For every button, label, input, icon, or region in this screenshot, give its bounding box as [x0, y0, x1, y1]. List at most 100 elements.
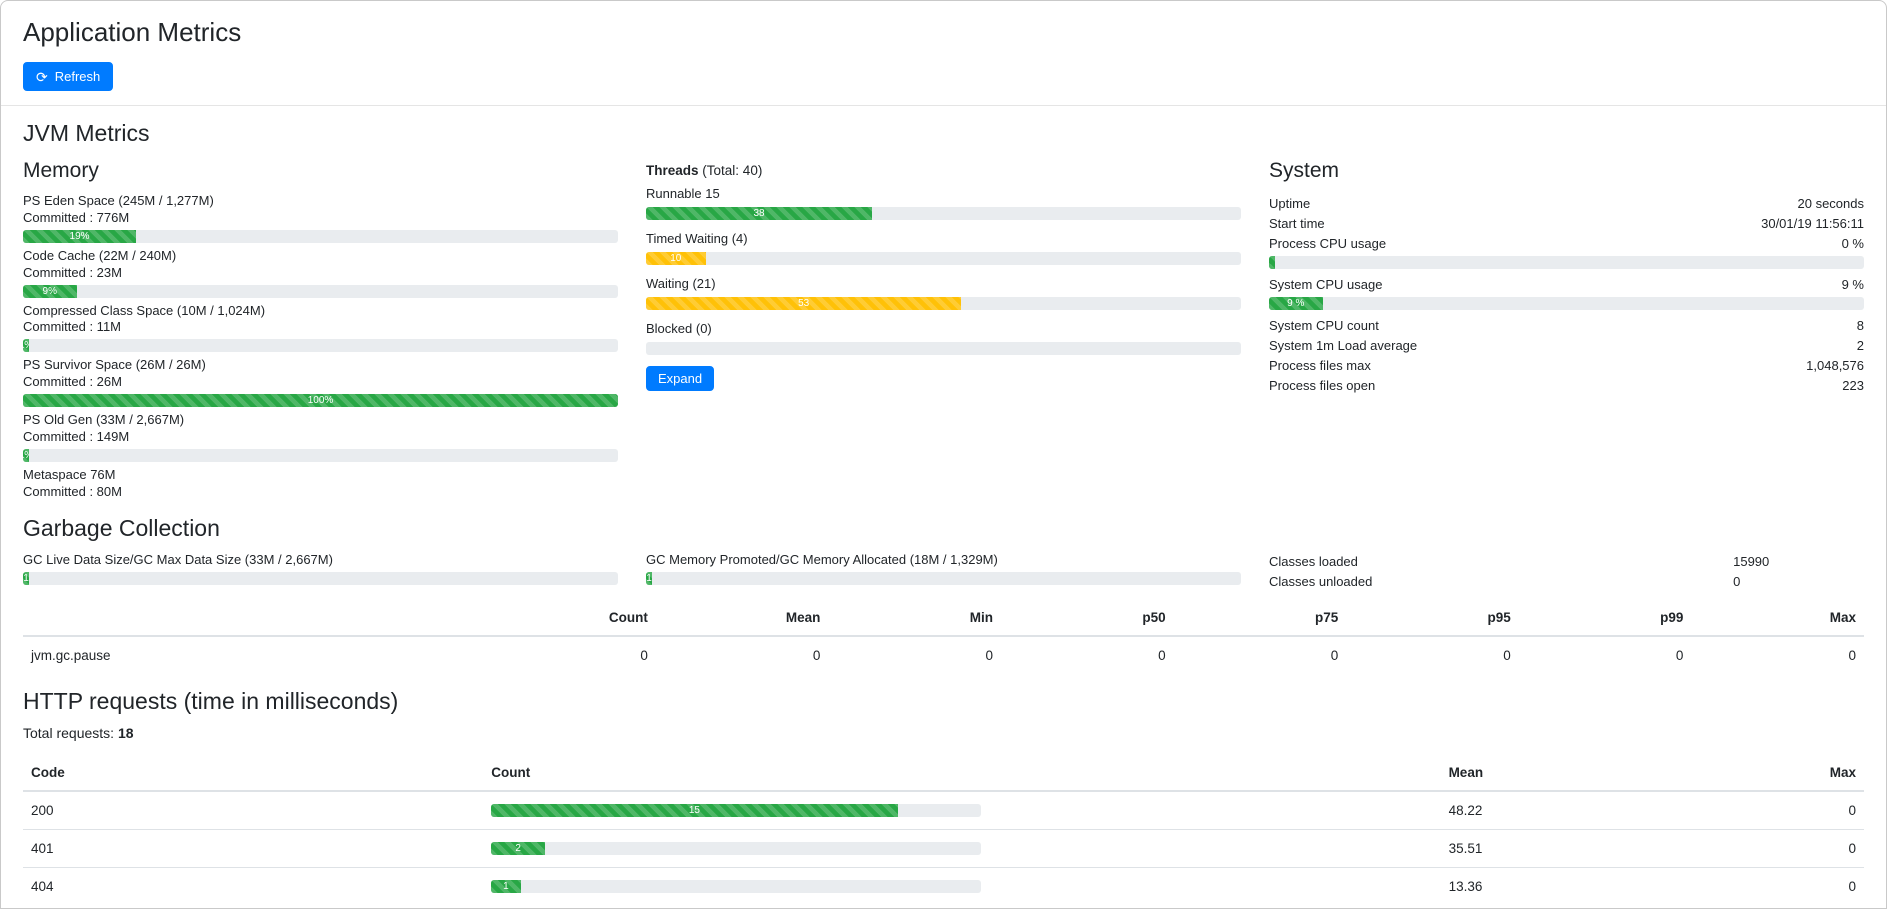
memory-item-survivor: PS Survivor Space (26M / 26M) Committed …	[23, 357, 618, 407]
system-row-process-cpu: Process CPU usage 0 %	[1269, 233, 1864, 253]
system-row-label: Start time	[1269, 216, 1325, 231]
thread-item-label: Blocked (0)	[646, 321, 1241, 338]
classes-unloaded-row: Classes unloaded 0	[1269, 572, 1864, 592]
system-row-start-time: Start time 30/01/19 11:56:11	[1269, 213, 1864, 233]
memory-progress-track: 19%	[23, 230, 618, 243]
application-metrics-page: Application Metrics ⟳ Refresh JVM Metric…	[0, 0, 1887, 909]
memory-item-compressed-class: Compressed Class Space (10M / 1,024M) Co…	[23, 303, 618, 353]
total-requests-value: 18	[118, 725, 134, 741]
http-max: 0	[1680, 829, 1864, 867]
thread-progress-value: 53	[798, 298, 809, 309]
system-row-value: 8	[1857, 318, 1864, 333]
threads-title: Threads (Total: 40)	[646, 163, 1241, 178]
system-row-files-open: Process files open 223	[1269, 375, 1864, 395]
memory-item-label: PS Survivor Space (26M / 26M)	[23, 357, 618, 374]
gc-col-count: Count	[483, 600, 656, 636]
memory-item-label: Compressed Class Space (10M / 1,024M)	[23, 303, 618, 320]
memory-progress-bar: 1%	[23, 339, 29, 352]
system-row-value: 2	[1857, 338, 1864, 353]
http-requests-heading: HTTP requests (time in milliseconds)	[23, 688, 1864, 715]
http-row-401: 401 2 35.51 0	[23, 829, 1864, 867]
gc-table-header-row: Count Mean Min p50 p75 p95 p99 Max	[23, 600, 1864, 636]
http-code: 200	[23, 791, 483, 830]
gc-pause-p75: 0	[1174, 636, 1347, 674]
refresh-icon: ⟳	[36, 70, 48, 84]
thread-progress-track: 10	[646, 252, 1241, 265]
system-row-label: Uptime	[1269, 196, 1310, 211]
system-row-label: Process files open	[1269, 378, 1375, 393]
gc-pause-table: Count Mean Min p50 p75 p95 p99 Max jvm.g…	[23, 600, 1864, 674]
http-row-404: 404 1 13.36 0	[23, 867, 1864, 905]
thread-progress-track: 38	[646, 207, 1241, 220]
gc-col-p50: p50	[1001, 600, 1174, 636]
memory-item-metaspace: Metaspace 76M Committed : 80M	[23, 467, 618, 501]
http-table-header-row: Code Count Mean Max	[23, 755, 1864, 791]
gc-col-min: Min	[828, 600, 1001, 636]
system-row-value: 223	[1842, 378, 1864, 393]
refresh-button[interactable]: ⟳ Refresh	[23, 62, 113, 91]
system-row-value: 9 %	[1842, 277, 1864, 292]
memory-item-committed: Committed : 23M	[23, 265, 618, 282]
threads-total: (Total: 40)	[702, 163, 762, 178]
gc-live-data-progress-track: 1	[23, 572, 618, 585]
gc-live-data-progress-value: 1	[23, 573, 29, 584]
http-max: 0	[1680, 791, 1864, 830]
process-cpu-progress-track	[1269, 256, 1864, 269]
system-row-load-average: System 1m Load average 2	[1269, 335, 1864, 355]
system-cpu-progress-value: 9 %	[1287, 298, 1304, 309]
system-row-system-cpu: System CPU usage 9 %	[1269, 274, 1864, 294]
thread-progress-track	[646, 342, 1241, 355]
gc-promoted-progress-bar: 1	[646, 572, 652, 585]
memory-item-committed: Committed : 776M	[23, 210, 618, 227]
classes-loaded-value: 15990	[1733, 554, 1864, 569]
gc-col-p95: p95	[1346, 600, 1519, 636]
http-count-value: 1	[503, 881, 509, 892]
thread-progress-value: 38	[753, 208, 764, 219]
expand-threads-button[interactable]: Expand	[646, 366, 714, 391]
gc-live-data-label: GC Live Data Size/GC Max Data Size (33M …	[23, 552, 618, 569]
http-mean: 13.36	[1441, 867, 1680, 905]
gc-pause-row: jvm.gc.pause 0 0 0 0 0 0 0 0	[23, 636, 1864, 674]
memory-item-committed: Committed : 11M	[23, 319, 618, 336]
memory-progress-track: 1%	[23, 449, 618, 462]
gc-pause-p95: 0	[1346, 636, 1519, 674]
http-mean: 35.51	[1441, 829, 1680, 867]
http-count-bar: 1	[491, 880, 520, 893]
gc-col-mean: Mean	[656, 600, 829, 636]
memory-item-label: Code Cache (22M / 240M)	[23, 248, 618, 265]
system-heading: System	[1269, 159, 1864, 183]
memory-progress-value: 100%	[308, 395, 334, 406]
thread-progress-track: 53	[646, 297, 1241, 310]
memory-item-label: PS Old Gen (33M / 2,667M)	[23, 412, 618, 429]
system-row-value: 0 %	[1842, 236, 1864, 251]
gc-col-p99: p99	[1519, 600, 1692, 636]
thread-item-runnable: Runnable 15 38	[646, 186, 1241, 220]
memory-item-old-gen: PS Old Gen (33M / 2,667M) Committed : 14…	[23, 412, 618, 462]
memory-heading: Memory	[23, 159, 618, 183]
page-title: Application Metrics	[23, 17, 1864, 48]
system-cpu-progress-track: 9 %	[1269, 297, 1864, 310]
memory-item-code-cache: Code Cache (22M / 240M) Committed : 23M …	[23, 248, 618, 298]
jvm-metrics-heading: JVM Metrics	[23, 120, 1864, 147]
system-row-cpu-count: System CPU count 8	[1269, 315, 1864, 335]
gc-pause-min: 0	[828, 636, 1001, 674]
memory-progress-value: 1%	[23, 340, 29, 351]
http-col-code: Code	[23, 755, 483, 791]
memory-progress-value: 19%	[70, 231, 90, 242]
system-row-label: System CPU usage	[1269, 277, 1382, 292]
http-count-value: 2	[515, 843, 521, 854]
http-row-200: 200 15 48.22 0	[23, 791, 1864, 830]
threads-title-bold: Threads	[646, 163, 699, 178]
classes-unloaded-label: Classes unloaded	[1269, 574, 1733, 589]
gc-col-max: Max	[1691, 600, 1864, 636]
http-count-track: 1	[491, 880, 980, 893]
gc-col-p75: p75	[1174, 600, 1347, 636]
system-row-label: Process files max	[1269, 358, 1371, 373]
memory-item-label: PS Eden Space (245M / 1,277M)	[23, 193, 618, 210]
http-col-max: Max	[1680, 755, 1864, 791]
thread-item-label: Runnable 15	[646, 186, 1241, 203]
memory-progress-track: 100%	[23, 394, 618, 407]
memory-progress-bar: 1%	[23, 449, 29, 462]
thread-item-timed-waiting: Timed Waiting (4) 10	[646, 231, 1241, 265]
divider	[1, 105, 1886, 106]
